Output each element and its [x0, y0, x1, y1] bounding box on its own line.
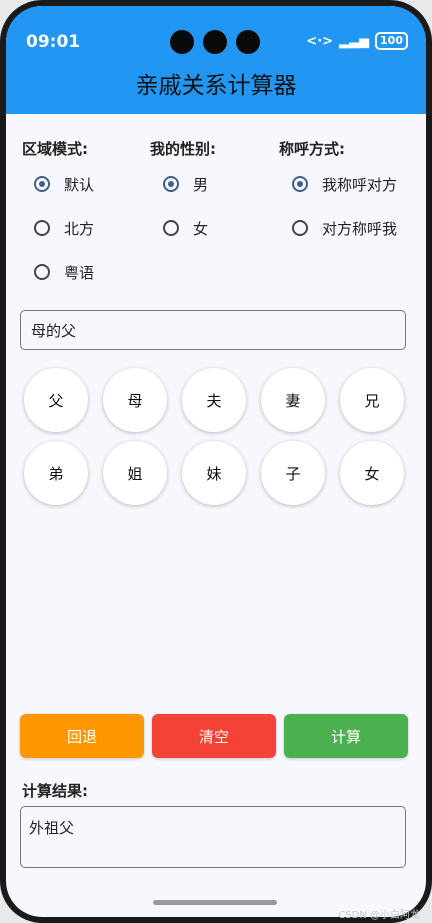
radio-region-cantonese[interactable]: 粤语 — [34, 260, 94, 284]
address-title: 称呼方式: — [279, 140, 345, 158]
radio-label: 我称呼对方 — [322, 175, 398, 194]
key-elder-sister[interactable]: 姐 — [103, 441, 167, 505]
result-title: 计算结果: — [22, 782, 88, 800]
camera-icon — [236, 30, 260, 54]
radio-label: 对方称呼我 — [322, 219, 398, 238]
phone-frame: 09:01 <·> ▂▃▅ 100 亲戚关系计算器 区域模式: 默认 北方 粤语… — [0, 0, 432, 923]
home-indicator[interactable] — [153, 900, 277, 905]
data-transfer-icon: <·> — [306, 33, 334, 49]
radio-checked-icon[interactable] — [34, 176, 50, 192]
signal-icon: ▂▃▅ — [339, 33, 370, 49]
radio-region-default[interactable]: 默认 — [34, 172, 94, 196]
clear-button[interactable]: 清空 — [152, 714, 276, 758]
key-elder-brother[interactable]: 兄 — [340, 368, 404, 432]
radio-unchecked-icon[interactable] — [292, 220, 308, 236]
main-content: 区域模式: 默认 北方 粤语 我的性别: 男 女 称呼方式: 我称呼对方 对方称… — [6, 114, 426, 917]
region-title: 区域模式: — [22, 140, 88, 158]
key-husband[interactable]: 夫 — [182, 368, 246, 432]
key-mother[interactable]: 母 — [103, 368, 167, 432]
watermark: CSDN @小白阿龙 — [338, 910, 420, 921]
radio-checked-icon[interactable] — [163, 176, 179, 192]
app-bar: 亲戚关系计算器 — [6, 62, 426, 114]
app-title: 亲戚关系计算器 — [135, 73, 297, 99]
status-bar: 09:01 <·> ▂▃▅ 100 — [6, 6, 426, 62]
radio-gender-male[interactable]: 男 — [163, 172, 208, 196]
gender-title: 我的性别: — [150, 140, 216, 158]
radio-label: 北方 — [64, 219, 95, 238]
radio-gender-female[interactable]: 女 — [163, 216, 208, 240]
key-father[interactable]: 父 — [24, 368, 88, 432]
screen: 09:01 <·> ▂▃▅ 100 亲戚关系计算器 区域模式: 默认 北方 粤语… — [6, 6, 426, 917]
camera-icon — [203, 30, 227, 54]
radio-address-they-call[interactable]: 对方称呼我 — [292, 216, 397, 240]
radio-label: 女 — [193, 219, 209, 238]
key-son[interactable]: 子 — [261, 441, 325, 505]
status-icons: <·> ▂▃▅ 100 — [306, 32, 408, 50]
radio-unchecked-icon[interactable] — [34, 220, 50, 236]
radio-checked-icon[interactable] — [292, 176, 308, 192]
battery-icon: 100 — [375, 32, 408, 50]
back-button[interactable]: 回退 — [20, 714, 144, 758]
key-daughter[interactable]: 女 — [340, 441, 404, 505]
camera-icon — [170, 30, 194, 54]
radio-region-north[interactable]: 北方 — [34, 216, 94, 240]
key-wife[interactable]: 妻 — [261, 368, 325, 432]
radio-address-i-call[interactable]: 我称呼对方 — [292, 172, 397, 196]
key-younger-brother[interactable]: 弟 — [24, 441, 88, 505]
radio-label: 粤语 — [64, 263, 95, 282]
radio-label: 男 — [193, 175, 209, 194]
calculate-button[interactable]: 计算 — [284, 714, 408, 758]
relation-input[interactable]: 母的父 — [20, 310, 406, 350]
radio-unchecked-icon[interactable] — [34, 264, 50, 280]
radio-label: 默认 — [64, 175, 95, 194]
key-younger-sister[interactable]: 妹 — [182, 441, 246, 505]
status-time: 09:01 — [26, 32, 81, 52]
radio-unchecked-icon[interactable] — [163, 220, 179, 236]
result-output: 外祖父 — [20, 806, 406, 868]
